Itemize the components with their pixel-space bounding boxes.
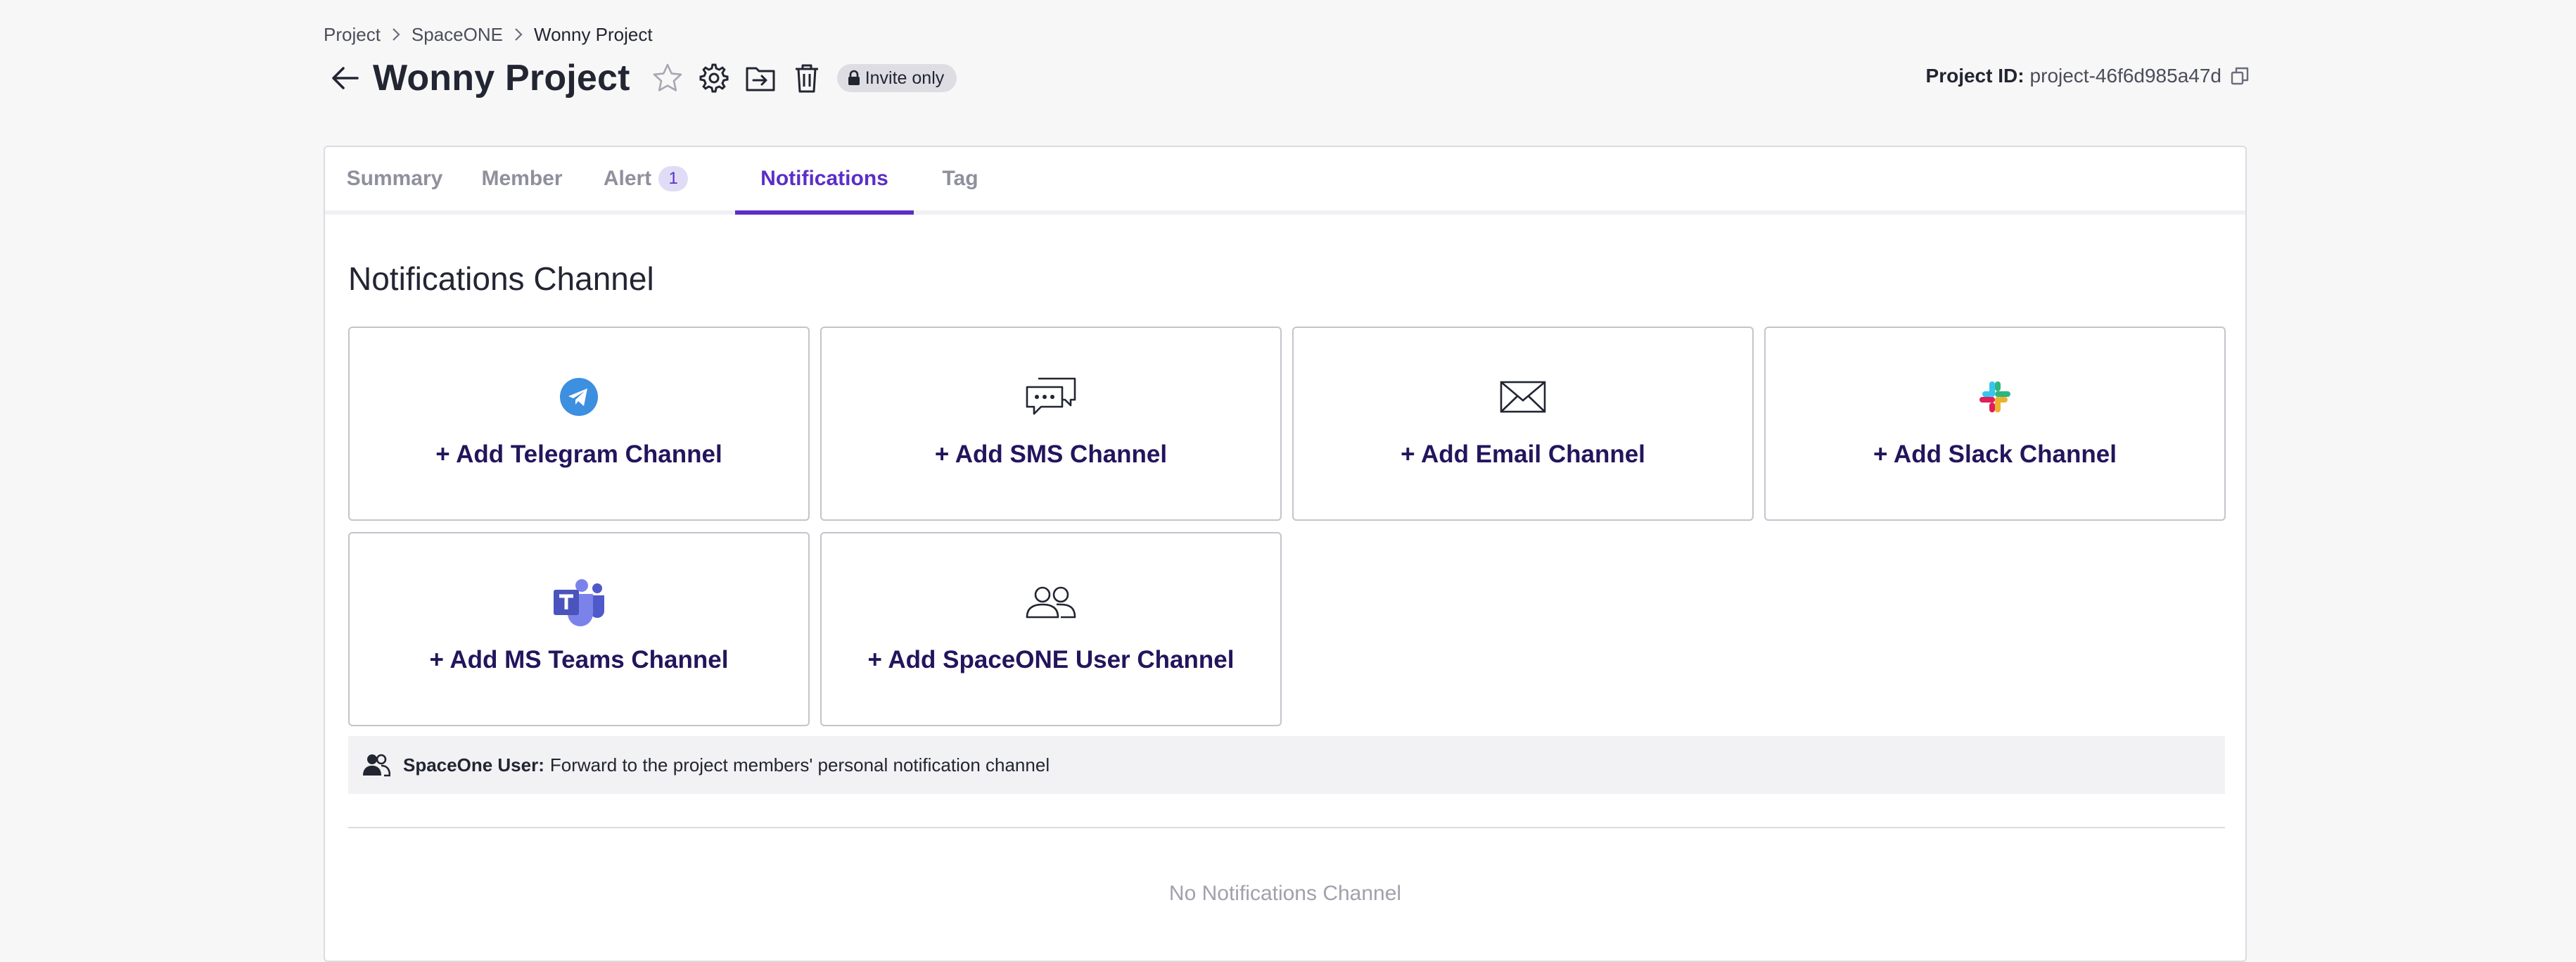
breadcrumb-item-spaceone[interactable]: SpaceONE xyxy=(412,24,503,46)
tab-notifications[interactable]: Notifications xyxy=(735,147,914,215)
tab-bar: Summary Member Alert 1 Notifications Tag xyxy=(325,147,2245,215)
add-slack-channel-label: + Add Slack Channel xyxy=(1873,441,2117,468)
divider xyxy=(348,827,2225,828)
project-id-value: project-46f6d985a47d xyxy=(2029,65,2221,87)
page-header: Wonny Project Invite only xyxy=(324,53,957,103)
slack-icon xyxy=(1967,374,2023,419)
add-ms-teams-channel-card[interactable]: + Add MS Teams Channel xyxy=(348,532,810,726)
visibility-badge: Invite only xyxy=(836,64,957,92)
favorite-star-icon[interactable] xyxy=(650,61,685,96)
page-title: Wonny Project xyxy=(373,58,630,99)
move-folder-icon[interactable] xyxy=(743,61,778,96)
info-label: SpaceOne User: xyxy=(403,754,544,776)
settings-gear-icon[interactable] xyxy=(696,61,732,96)
add-telegram-channel-card[interactable]: + Add Telegram Channel xyxy=(348,327,810,521)
telegram-icon xyxy=(551,374,607,419)
tab-summary-label: Summary xyxy=(346,167,443,190)
tab-alert-label: Alert xyxy=(603,167,652,190)
sms-chat-icon xyxy=(1023,374,1079,419)
trash-delete-icon[interactable] xyxy=(789,61,824,96)
add-sms-channel-label: + Add SMS Channel xyxy=(934,441,1168,468)
add-email-channel-label: + Add Email Channel xyxy=(1401,441,1645,468)
alert-count-badge: 1 xyxy=(658,166,689,191)
project-detail-panel: Summary Member Alert 1 Notifications Tag… xyxy=(324,146,2247,962)
tab-summary[interactable]: Summary xyxy=(325,147,464,210)
visibility-badge-label: Invite only xyxy=(865,68,945,88)
users-icon xyxy=(1023,580,1079,625)
spaceone-user-info: SpaceOne User: Forward to the project me… xyxy=(348,736,2225,794)
add-telegram-channel-label: + Add Telegram Channel xyxy=(435,441,722,468)
section-title: Notifications Channel xyxy=(348,260,654,297)
chevron-right-icon xyxy=(381,27,412,42)
add-spaceone-user-channel-card[interactable]: + Add SpaceONE User Channel xyxy=(820,532,1282,726)
tab-notifications-label: Notifications xyxy=(760,167,888,190)
tab-tag[interactable]: Tag xyxy=(914,147,1007,210)
back-arrow-icon[interactable] xyxy=(324,57,366,99)
add-sms-channel-card[interactable]: + Add SMS Channel xyxy=(820,327,1282,521)
breadcrumb-item-current: Wonny Project xyxy=(534,23,653,45)
tab-alert[interactable]: Alert 1 xyxy=(580,147,712,210)
lock-icon xyxy=(848,70,860,85)
add-ms-teams-channel-label: + Add MS Teams Channel xyxy=(429,646,729,673)
empty-state-message: No Notifications Channel xyxy=(1168,882,1402,905)
chevron-right-icon xyxy=(503,27,534,42)
tab-tag-label: Tag xyxy=(942,167,978,190)
copy-icon[interactable] xyxy=(2230,66,2250,86)
email-envelope-icon xyxy=(1495,374,1551,419)
add-spaceone-user-channel-label: + Add SpaceONE User Channel xyxy=(867,646,1235,673)
add-slack-channel-card[interactable]: + Add Slack Channel xyxy=(1764,327,2226,521)
breadcrumb-item-project[interactable]: Project xyxy=(324,24,381,46)
info-text: Forward to the project members' personal… xyxy=(549,754,1050,776)
add-email-channel-card[interactable]: + Add Email Channel xyxy=(1292,327,1754,521)
user-group-icon xyxy=(362,753,390,777)
ms-teams-icon xyxy=(551,579,607,626)
tab-member[interactable]: Member xyxy=(464,147,580,210)
breadcrumb: Project SpaceONE Wonny Project xyxy=(324,23,653,46)
project-id-label: Project ID: xyxy=(1925,65,2025,87)
tab-member-label: Member xyxy=(481,167,563,190)
project-id: Project ID: project-46f6d985a47d xyxy=(1926,61,2250,91)
